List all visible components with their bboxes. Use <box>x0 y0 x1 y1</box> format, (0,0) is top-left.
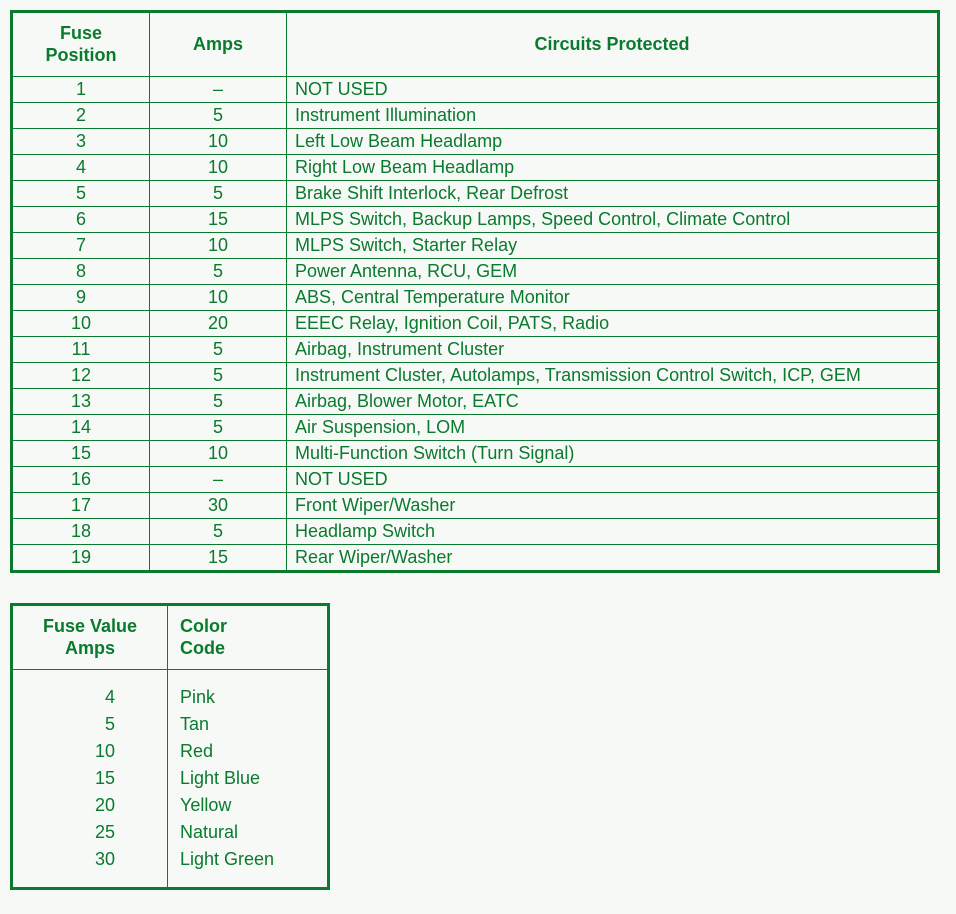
cell-fuse-position: 4 <box>12 155 150 181</box>
cell-circuits: NOT USED <box>287 467 939 493</box>
cell-circuits: MLPS Switch, Starter Relay <box>287 233 939 259</box>
cell-fuse-position: 5 <box>12 181 150 207</box>
cell-amps: 5 <box>150 181 287 207</box>
cell-amps: – <box>150 77 287 103</box>
cell-amps: 10 <box>150 285 287 311</box>
cell-circuits: Airbag, Blower Motor, EATC <box>287 389 939 415</box>
color-code-value: Yellow <box>180 795 231 815</box>
color-code-value: Natural <box>180 822 238 842</box>
cell-circuits: Instrument Illumination <box>287 103 939 129</box>
cell-circuits: Front Wiper/Washer <box>287 493 939 519</box>
table-row: 1020EEEC Relay, Ignition Coil, PATS, Rad… <box>12 311 939 337</box>
table-row: 710MLPS Switch, Starter Relay <box>12 233 939 259</box>
cell-amps: 5 <box>150 389 287 415</box>
cell-circuits: Air Suspension, LOM <box>287 415 939 441</box>
cell-circuits: Power Antenna, RCU, GEM <box>287 259 939 285</box>
cell-fuse-position: 6 <box>12 207 150 233</box>
cell-amps: 10 <box>150 129 287 155</box>
cell-fuse-position: 15 <box>12 441 150 467</box>
fuse-table: FusePosition Amps Circuits Protected 1–N… <box>10 10 940 573</box>
table-row: 115Airbag, Instrument Cluster <box>12 337 939 363</box>
table-row: 145Air Suspension, LOM <box>12 415 939 441</box>
cell-fuse-position: 10 <box>12 311 150 337</box>
cell-fuse-position: 1 <box>12 77 150 103</box>
color-amps-value: 30 <box>95 849 115 869</box>
cell-fuse-position: 14 <box>12 415 150 441</box>
cell-fuse-position: 9 <box>12 285 150 311</box>
table-row: 310Left Low Beam Headlamp <box>12 129 939 155</box>
table-row: 25Instrument Illumination <box>12 103 939 129</box>
header-fuse-position: FusePosition <box>12 12 150 77</box>
color-code-value: Tan <box>180 714 209 734</box>
table-row: 16–NOT USED <box>12 467 939 493</box>
cell-amps: 15 <box>150 207 287 233</box>
cell-amps: 10 <box>150 233 287 259</box>
color-amps-list: 4 5 10 15 20 25 30 <box>25 684 155 873</box>
cell-fuse-position: 13 <box>12 389 150 415</box>
cell-circuits: Instrument Cluster, Autolamps, Transmiss… <box>287 363 939 389</box>
cell-amps: 5 <box>150 259 287 285</box>
cell-fuse-position: 3 <box>12 129 150 155</box>
table-row: 55Brake Shift Interlock, Rear Defrost <box>12 181 939 207</box>
table-row: 1915Rear Wiper/Washer <box>12 545 939 572</box>
table-row: 185Headlamp Switch <box>12 519 939 545</box>
cell-amps: 20 <box>150 311 287 337</box>
cell-amps: 10 <box>150 441 287 467</box>
table-row: 1510Multi-Function Switch (Turn Signal) <box>12 441 939 467</box>
table-row: 1730Front Wiper/Washer <box>12 493 939 519</box>
color-amps-value: 25 <box>95 822 115 842</box>
cell-circuits: MLPS Switch, Backup Lamps, Speed Control… <box>287 207 939 233</box>
color-code-value: Light Blue <box>180 768 260 788</box>
cell-fuse-position: 2 <box>12 103 150 129</box>
cell-fuse-position: 8 <box>12 259 150 285</box>
color-amps-value: 10 <box>95 741 115 761</box>
cell-fuse-position: 18 <box>12 519 150 545</box>
cell-circuits: NOT USED <box>287 77 939 103</box>
cell-circuits: Multi-Function Switch (Turn Signal) <box>287 441 939 467</box>
color-code-list: Pink Tan Red Light Blue Yellow Natural Light G… <box>180 684 315 873</box>
cell-amps: 5 <box>150 363 287 389</box>
color-amps-value: 15 <box>95 768 115 788</box>
cell-fuse-position: 12 <box>12 363 150 389</box>
header-fuse-value-amps: Fuse ValueAmps <box>12 605 168 670</box>
cell-amps: 5 <box>150 519 287 545</box>
cell-amps: 15 <box>150 545 287 572</box>
header-circuits: Circuits Protected <box>287 12 939 77</box>
color-amps-value: 4 <box>105 687 115 707</box>
color-code-table: Fuse ValueAmps ColorCode 4 5 10 15 20 25 30 Pi… <box>10 603 330 890</box>
color-amps-value: 5 <box>105 714 115 734</box>
cell-circuits: Airbag, Instrument Cluster <box>287 337 939 363</box>
cell-circuits: Rear Wiper/Washer <box>287 545 939 572</box>
table-row: 615MLPS Switch, Backup Lamps, Speed Cont… <box>12 207 939 233</box>
table-row: 135Airbag, Blower Motor, EATC <box>12 389 939 415</box>
cell-amps: 5 <box>150 337 287 363</box>
cell-amps: 5 <box>150 103 287 129</box>
cell-fuse-position: 17 <box>12 493 150 519</box>
cell-circuits: Headlamp Switch <box>287 519 939 545</box>
color-code-value: Pink <box>180 687 215 707</box>
cell-amps: 30 <box>150 493 287 519</box>
cell-circuits: Left Low Beam Headlamp <box>287 129 939 155</box>
header-color-code: ColorCode <box>168 605 329 670</box>
color-code-value: Light Green <box>180 849 274 869</box>
cell-amps: 5 <box>150 415 287 441</box>
cell-fuse-position: 7 <box>12 233 150 259</box>
cell-fuse-position: 16 <box>12 467 150 493</box>
cell-amps: 10 <box>150 155 287 181</box>
table-row: 85Power Antenna, RCU, GEM <box>12 259 939 285</box>
cell-fuse-position: 19 <box>12 545 150 572</box>
cell-amps: – <box>150 467 287 493</box>
cell-fuse-position: 11 <box>12 337 150 363</box>
table-row: 125Instrument Cluster, Autolamps, Transm… <box>12 363 939 389</box>
header-amps: Amps <box>150 12 287 77</box>
table-row: 910ABS, Central Temperature Monitor <box>12 285 939 311</box>
color-code-value: Red <box>180 741 213 761</box>
cell-circuits: ABS, Central Temperature Monitor <box>287 285 939 311</box>
cell-circuits: EEEC Relay, Ignition Coil, PATS, Radio <box>287 311 939 337</box>
cell-circuits: Brake Shift Interlock, Rear Defrost <box>287 181 939 207</box>
color-amps-value: 20 <box>95 795 115 815</box>
table-row: 1–NOT USED <box>12 77 939 103</box>
cell-circuits: Right Low Beam Headlamp <box>287 155 939 181</box>
table-row: 410Right Low Beam Headlamp <box>12 155 939 181</box>
